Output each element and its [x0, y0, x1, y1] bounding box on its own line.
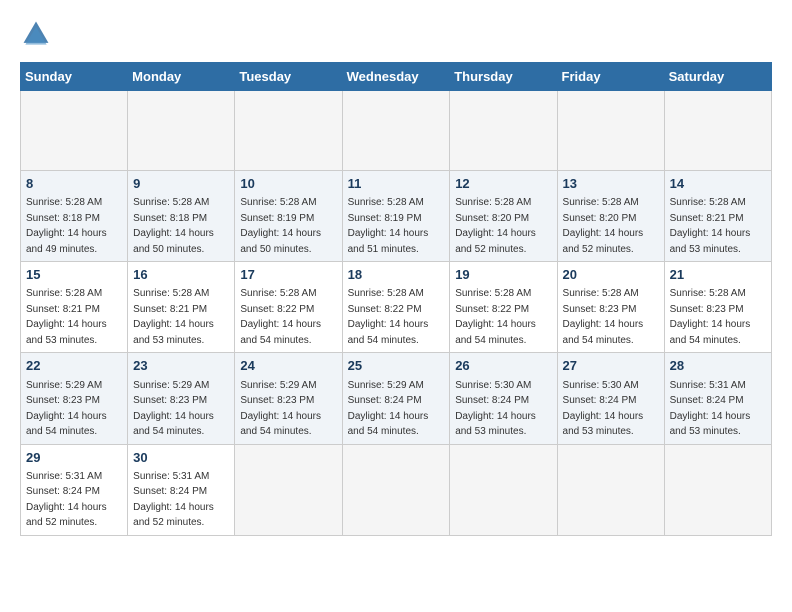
day-info: Sunrise: 5:31 AMSunset: 8:24 PMDaylight:…	[133, 471, 214, 529]
calendar-day-cell	[450, 444, 557, 535]
day-number: 15	[26, 266, 122, 284]
day-number: 12	[455, 175, 551, 193]
day-number: 17	[240, 266, 336, 284]
calendar-day-cell: 13 Sunrise: 5:28 AMSunset: 8:20 PMDaylig…	[557, 171, 664, 262]
day-info: Sunrise: 5:28 AMSunset: 8:22 PMDaylight:…	[455, 288, 536, 346]
calendar-day-cell: 16 Sunrise: 5:28 AMSunset: 8:21 PMDaylig…	[128, 262, 235, 353]
day-info: Sunrise: 5:28 AMSunset: 8:19 PMDaylight:…	[348, 197, 429, 255]
page-header	[20, 20, 772, 52]
calendar-day-cell	[557, 444, 664, 535]
day-number: 22	[26, 357, 122, 375]
calendar-day-cell	[21, 91, 128, 171]
calendar-day-cell: 9 Sunrise: 5:28 AMSunset: 8:18 PMDayligh…	[128, 171, 235, 262]
calendar-day-cell: 25 Sunrise: 5:29 AMSunset: 8:24 PMDaylig…	[342, 353, 450, 444]
calendar-week-row: 29 Sunrise: 5:31 AMSunset: 8:24 PMDaylig…	[21, 444, 772, 535]
calendar-day-cell: 22 Sunrise: 5:29 AMSunset: 8:23 PMDaylig…	[21, 353, 128, 444]
day-info: Sunrise: 5:28 AMSunset: 8:19 PMDaylight:…	[240, 197, 321, 255]
calendar-week-row: 22 Sunrise: 5:29 AMSunset: 8:23 PMDaylig…	[21, 353, 772, 444]
calendar-day-cell: 10 Sunrise: 5:28 AMSunset: 8:19 PMDaylig…	[235, 171, 342, 262]
day-number: 30	[133, 449, 229, 467]
day-number: 29	[26, 449, 122, 467]
day-info: Sunrise: 5:28 AMSunset: 8:23 PMDaylight:…	[670, 288, 751, 346]
calendar-day-cell: 18 Sunrise: 5:28 AMSunset: 8:22 PMDaylig…	[342, 262, 450, 353]
weekday-header-cell: Sunday	[21, 63, 128, 91]
day-number: 25	[348, 357, 445, 375]
calendar-day-cell: 29 Sunrise: 5:31 AMSunset: 8:24 PMDaylig…	[21, 444, 128, 535]
day-info: Sunrise: 5:29 AMSunset: 8:23 PMDaylight:…	[133, 380, 214, 438]
day-number: 16	[133, 266, 229, 284]
day-info: Sunrise: 5:31 AMSunset: 8:24 PMDaylight:…	[26, 471, 107, 529]
day-info: Sunrise: 5:28 AMSunset: 8:20 PMDaylight:…	[455, 197, 536, 255]
calendar-week-row	[21, 91, 772, 171]
calendar-day-cell	[342, 444, 450, 535]
day-number: 20	[563, 266, 659, 284]
day-info: Sunrise: 5:29 AMSunset: 8:24 PMDaylight:…	[348, 380, 429, 438]
logo-icon	[20, 18, 52, 50]
calendar-day-cell: 17 Sunrise: 5:28 AMSunset: 8:22 PMDaylig…	[235, 262, 342, 353]
weekday-header-cell: Thursday	[450, 63, 557, 91]
day-info: Sunrise: 5:28 AMSunset: 8:22 PMDaylight:…	[240, 288, 321, 346]
day-number: 18	[348, 266, 445, 284]
calendar-day-cell: 27 Sunrise: 5:30 AMSunset: 8:24 PMDaylig…	[557, 353, 664, 444]
day-number: 27	[563, 357, 659, 375]
calendar-week-row: 8 Sunrise: 5:28 AMSunset: 8:18 PMDayligh…	[21, 171, 772, 262]
calendar-day-cell: 15 Sunrise: 5:28 AMSunset: 8:21 PMDaylig…	[21, 262, 128, 353]
calendar-day-cell	[235, 444, 342, 535]
calendar-day-cell: 12 Sunrise: 5:28 AMSunset: 8:20 PMDaylig…	[450, 171, 557, 262]
weekday-header-cell: Friday	[557, 63, 664, 91]
day-number: 14	[670, 175, 766, 193]
calendar-day-cell: 21 Sunrise: 5:28 AMSunset: 8:23 PMDaylig…	[664, 262, 771, 353]
day-info: Sunrise: 5:28 AMSunset: 8:21 PMDaylight:…	[670, 197, 751, 255]
calendar-week-row: 15 Sunrise: 5:28 AMSunset: 8:21 PMDaylig…	[21, 262, 772, 353]
day-info: Sunrise: 5:28 AMSunset: 8:23 PMDaylight:…	[563, 288, 644, 346]
calendar-day-cell: 19 Sunrise: 5:28 AMSunset: 8:22 PMDaylig…	[450, 262, 557, 353]
calendar-day-cell: 23 Sunrise: 5:29 AMSunset: 8:23 PMDaylig…	[128, 353, 235, 444]
day-info: Sunrise: 5:28 AMSunset: 8:18 PMDaylight:…	[133, 197, 214, 255]
calendar-day-cell: 28 Sunrise: 5:31 AMSunset: 8:24 PMDaylig…	[664, 353, 771, 444]
day-info: Sunrise: 5:28 AMSunset: 8:20 PMDaylight:…	[563, 197, 644, 255]
calendar-day-cell	[450, 91, 557, 171]
day-info: Sunrise: 5:29 AMSunset: 8:23 PMDaylight:…	[240, 380, 321, 438]
day-number: 19	[455, 266, 551, 284]
calendar-day-cell	[664, 444, 771, 535]
calendar-day-cell	[342, 91, 450, 171]
calendar-day-cell: 14 Sunrise: 5:28 AMSunset: 8:21 PMDaylig…	[664, 171, 771, 262]
day-number: 10	[240, 175, 336, 193]
day-number: 28	[670, 357, 766, 375]
logo	[20, 20, 54, 52]
weekday-header-cell: Monday	[128, 63, 235, 91]
day-info: Sunrise: 5:30 AMSunset: 8:24 PMDaylight:…	[563, 380, 644, 438]
calendar-day-cell: 8 Sunrise: 5:28 AMSunset: 8:18 PMDayligh…	[21, 171, 128, 262]
weekday-header-cell: Wednesday	[342, 63, 450, 91]
day-info: Sunrise: 5:28 AMSunset: 8:21 PMDaylight:…	[133, 288, 214, 346]
day-info: Sunrise: 5:28 AMSunset: 8:22 PMDaylight:…	[348, 288, 429, 346]
weekday-header-row: SundayMondayTuesdayWednesdayThursdayFrid…	[21, 63, 772, 91]
calendar-day-cell: 26 Sunrise: 5:30 AMSunset: 8:24 PMDaylig…	[450, 353, 557, 444]
day-number: 9	[133, 175, 229, 193]
day-number: 11	[348, 175, 445, 193]
weekday-header-cell: Tuesday	[235, 63, 342, 91]
calendar-day-cell: 24 Sunrise: 5:29 AMSunset: 8:23 PMDaylig…	[235, 353, 342, 444]
day-info: Sunrise: 5:31 AMSunset: 8:24 PMDaylight:…	[670, 380, 751, 438]
calendar-day-cell	[664, 91, 771, 171]
calendar-day-cell: 20 Sunrise: 5:28 AMSunset: 8:23 PMDaylig…	[557, 262, 664, 353]
day-number: 21	[670, 266, 766, 284]
day-number: 23	[133, 357, 229, 375]
day-info: Sunrise: 5:30 AMSunset: 8:24 PMDaylight:…	[455, 380, 536, 438]
calendar-day-cell	[128, 91, 235, 171]
day-info: Sunrise: 5:28 AMSunset: 8:21 PMDaylight:…	[26, 288, 107, 346]
day-number: 13	[563, 175, 659, 193]
calendar-body: 8 Sunrise: 5:28 AMSunset: 8:18 PMDayligh…	[21, 91, 772, 536]
day-number: 26	[455, 357, 551, 375]
calendar-day-cell: 11 Sunrise: 5:28 AMSunset: 8:19 PMDaylig…	[342, 171, 450, 262]
calendar-table: SundayMondayTuesdayWednesdayThursdayFrid…	[20, 62, 772, 536]
weekday-header-cell: Saturday	[664, 63, 771, 91]
calendar-day-cell	[557, 91, 664, 171]
day-info: Sunrise: 5:29 AMSunset: 8:23 PMDaylight:…	[26, 380, 107, 438]
calendar-day-cell: 30 Sunrise: 5:31 AMSunset: 8:24 PMDaylig…	[128, 444, 235, 535]
day-info: Sunrise: 5:28 AMSunset: 8:18 PMDaylight:…	[26, 197, 107, 255]
day-number: 24	[240, 357, 336, 375]
calendar-day-cell	[235, 91, 342, 171]
day-number: 8	[26, 175, 122, 193]
